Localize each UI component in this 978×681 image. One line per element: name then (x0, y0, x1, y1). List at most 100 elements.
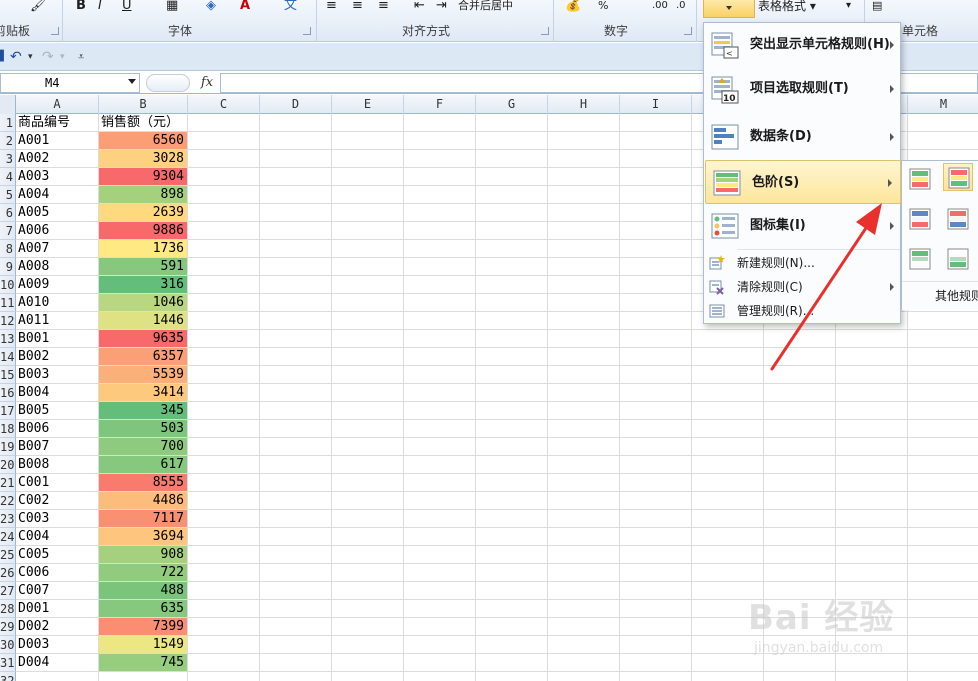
cell-empty[interactable] (332, 654, 404, 672)
cell-empty[interactable] (260, 582, 332, 600)
cell-empty[interactable] (260, 600, 332, 618)
cell-empty[interactable] (692, 366, 764, 384)
cell-empty[interactable] (404, 402, 476, 420)
cell-empty[interactable] (620, 564, 692, 582)
cell-empty[interactable] (476, 168, 548, 186)
cell-empty[interactable] (188, 276, 260, 294)
cell-empty[interactable] (908, 528, 978, 546)
column-header-b[interactable]: B (99, 95, 188, 114)
cell-a[interactable]: C005 (16, 546, 99, 564)
clipboard-launcher-icon[interactable] (51, 27, 59, 35)
cell-a[interactable]: C007 (16, 582, 99, 600)
cell-empty[interactable] (404, 240, 476, 258)
cell-empty[interactable] (836, 510, 908, 528)
cell-empty[interactable] (836, 564, 908, 582)
cell-empty[interactable] (476, 402, 548, 420)
column-header-e[interactable]: E (332, 95, 404, 114)
cell-empty[interactable] (548, 114, 620, 132)
cell-empty[interactable] (908, 546, 978, 564)
cell-empty[interactable] (764, 456, 836, 474)
cell-empty[interactable] (260, 528, 332, 546)
phonetic-icon[interactable]: 文 (284, 0, 297, 14)
cell-empty[interactable] (260, 150, 332, 168)
row-header[interactable]: 20 (0, 456, 16, 474)
cell-empty[interactable] (404, 366, 476, 384)
cell-empty[interactable] (764, 528, 836, 546)
row-header[interactable]: 8 (0, 240, 16, 258)
row-header[interactable]: 25 (0, 546, 16, 564)
cell-empty[interactable] (476, 636, 548, 654)
underline-icon[interactable]: U (122, 0, 132, 14)
cell-empty[interactable] (548, 150, 620, 168)
cell-empty[interactable] (404, 510, 476, 528)
color-scale-option[interactable] (905, 165, 935, 193)
cell-empty[interactable] (908, 492, 978, 510)
cell-empty[interactable] (548, 276, 620, 294)
row-header[interactable]: 14 (0, 348, 16, 366)
cell-a[interactable]: C001 (16, 474, 99, 492)
cell-empty[interactable] (548, 240, 620, 258)
cell-empty[interactable] (404, 348, 476, 366)
cell-empty[interactable] (332, 312, 404, 330)
cell-b[interactable]: 3028 (99, 150, 188, 168)
align-left-icon[interactable]: ≡ (326, 0, 337, 14)
cell-empty[interactable] (548, 204, 620, 222)
cell-a[interactable]: A001 (16, 132, 99, 150)
cell-empty[interactable] (836, 474, 908, 492)
cell-empty[interactable] (692, 402, 764, 420)
cell-empty[interactable] (188, 654, 260, 672)
cell-empty[interactable] (620, 168, 692, 186)
table-format-button[interactable]: 表格格式 ▾ (758, 0, 816, 14)
cell-empty[interactable] (332, 420, 404, 438)
cell-empty[interactable] (476, 204, 548, 222)
cell-empty[interactable] (260, 438, 332, 456)
cell-empty[interactable] (908, 402, 978, 420)
cell-empty[interactable] (620, 114, 692, 132)
cell-a[interactable]: A007 (16, 240, 99, 258)
decimal-increase-icon[interactable]: .00 (652, 0, 668, 14)
cell-a[interactable]: A010 (16, 294, 99, 312)
cell-empty[interactable] (476, 492, 548, 510)
cell-empty[interactable] (620, 294, 692, 312)
cell-empty[interactable] (188, 384, 260, 402)
cell-empty[interactable] (908, 564, 978, 582)
cell-a[interactable]: B001 (16, 330, 99, 348)
cell-empty[interactable] (476, 222, 548, 240)
redo-icon[interactable]: ↷ (42, 47, 54, 67)
cell-b[interactable]: 3694 (99, 528, 188, 546)
cell-empty[interactable] (404, 276, 476, 294)
cell-empty[interactable] (404, 492, 476, 510)
cell-empty[interactable] (188, 366, 260, 384)
cell-empty[interactable] (476, 294, 548, 312)
cell-empty[interactable] (908, 510, 978, 528)
cell-empty[interactable] (908, 312, 978, 330)
cell-empty[interactable] (548, 186, 620, 204)
cell-empty[interactable] (404, 636, 476, 654)
cell-empty[interactable] (476, 618, 548, 636)
cell-empty[interactable] (260, 672, 332, 681)
cell-empty[interactable] (836, 492, 908, 510)
cell-empty[interactable] (332, 168, 404, 186)
cell-empty[interactable] (836, 528, 908, 546)
cell-empty[interactable] (476, 348, 548, 366)
cell-empty[interactable] (548, 456, 620, 474)
row-header[interactable]: 23 (0, 510, 16, 528)
cell-empty[interactable] (548, 330, 620, 348)
row-header[interactable]: 5 (0, 186, 16, 204)
currency-icon[interactable]: 💰 (565, 0, 581, 14)
cell-empty[interactable] (836, 384, 908, 402)
cell-b[interactable]: 345 (99, 402, 188, 420)
fill-color-icon[interactable]: ◈ (206, 0, 216, 14)
cell-empty[interactable] (476, 546, 548, 564)
cell-empty[interactable] (188, 582, 260, 600)
cell-b[interactable]: 1549 (99, 636, 188, 654)
cell-b[interactable]: 9635 (99, 330, 188, 348)
cell-empty[interactable] (260, 222, 332, 240)
cell-empty[interactable] (404, 546, 476, 564)
cell-empty[interactable] (836, 402, 908, 420)
cell-empty[interactable] (548, 438, 620, 456)
cell-empty[interactable] (188, 258, 260, 276)
conditional-format-button[interactable] (703, 0, 755, 18)
cell-a[interactable]: 商品编号 (16, 114, 99, 132)
cell-empty[interactable] (620, 150, 692, 168)
